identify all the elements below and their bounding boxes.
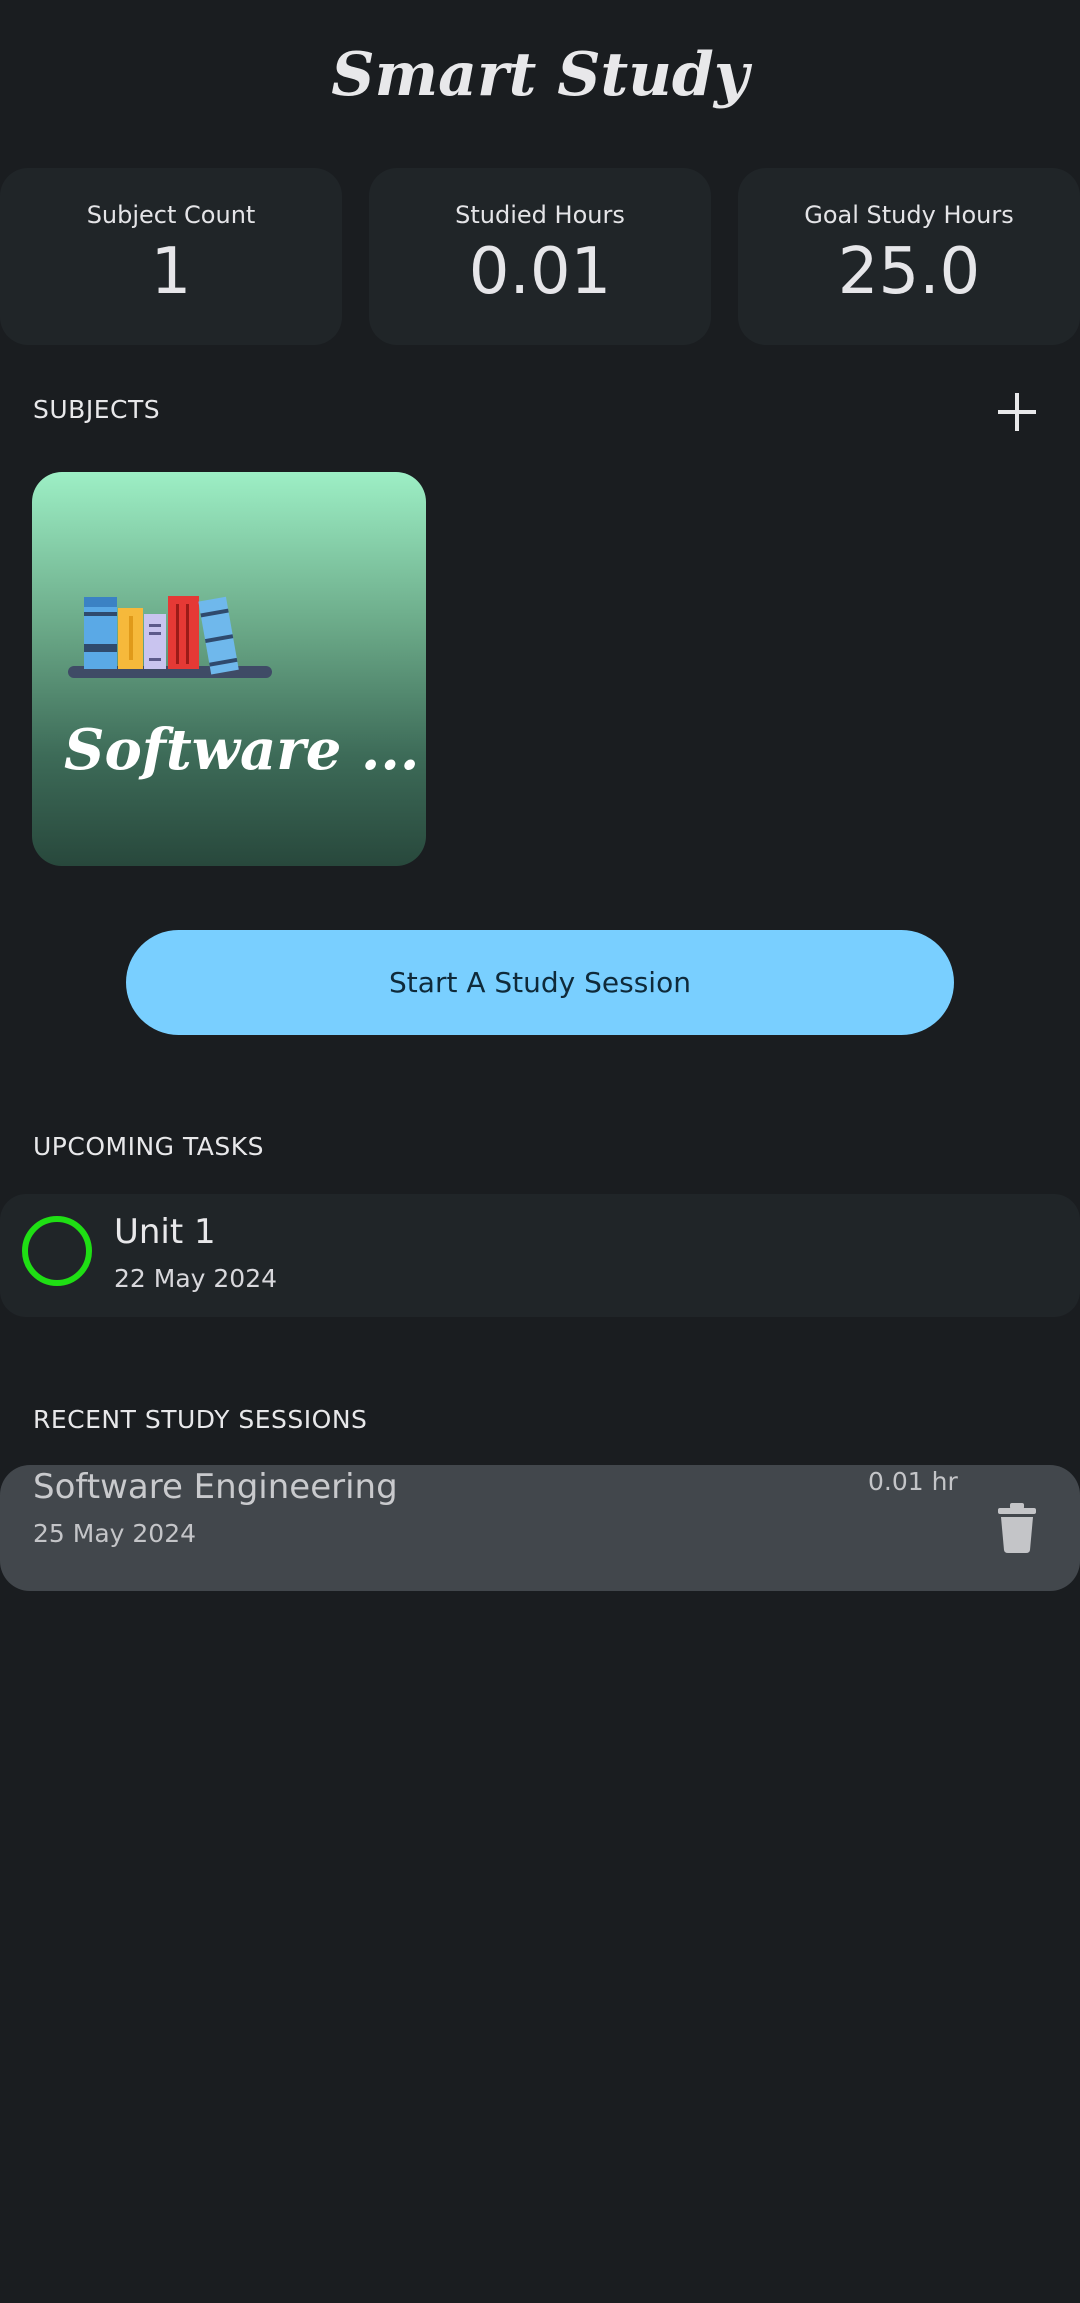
delete-session-button[interactable] [998, 1503, 1036, 1553]
stat-card-goal-study-hours: Goal Study Hours 25.0 [738, 168, 1080, 345]
app-title: Smart Study [331, 40, 749, 110]
task-complete-checkbox[interactable] [22, 1216, 92, 1286]
stat-card-studied-hours: Studied Hours 0.01 [369, 168, 711, 345]
subject-name: Software ... [64, 717, 420, 783]
stat-value: 25.0 [837, 235, 981, 309]
stat-card-subject-count: Subject Count 1 [0, 168, 342, 345]
session-date: 25 May 2024 [33, 1519, 197, 1548]
stat-label: Goal Study Hours [804, 201, 1014, 229]
stat-label: Subject Count [86, 201, 256, 229]
session-row: Software Engineering 25 May 2024 0.01 hr [0, 1465, 1080, 1591]
task-title: Unit 1 [114, 1212, 216, 1252]
books-icon [68, 596, 272, 678]
stat-label: Studied Hours [455, 201, 625, 229]
stat-value: 1 [150, 235, 192, 309]
recent-sessions-section-label: RECENT STUDY SESSIONS [33, 1405, 368, 1434]
session-subject: Software Engineering [33, 1467, 398, 1507]
stats-row: Subject Count 1 Studied Hours 0.01 Goal … [0, 168, 1080, 345]
plus-icon [998, 393, 1036, 431]
add-subject-button[interactable] [990, 385, 1044, 439]
subjects-section-label: SUBJECTS [33, 395, 161, 424]
trash-icon [998, 1503, 1036, 1553]
upcoming-tasks-section-label: UPCOMING TASKS [33, 1132, 265, 1161]
session-duration: 0.01 hr [868, 1467, 958, 1496]
task-date: 22 May 2024 [114, 1264, 278, 1293]
stat-value: 0.01 [468, 235, 612, 309]
start-study-session-button[interactable]: Start A Study Session [126, 930, 954, 1035]
subject-card[interactable]: Software ... [32, 472, 426, 866]
task-row[interactable]: Unit 1 22 May 2024 [0, 1194, 1080, 1317]
